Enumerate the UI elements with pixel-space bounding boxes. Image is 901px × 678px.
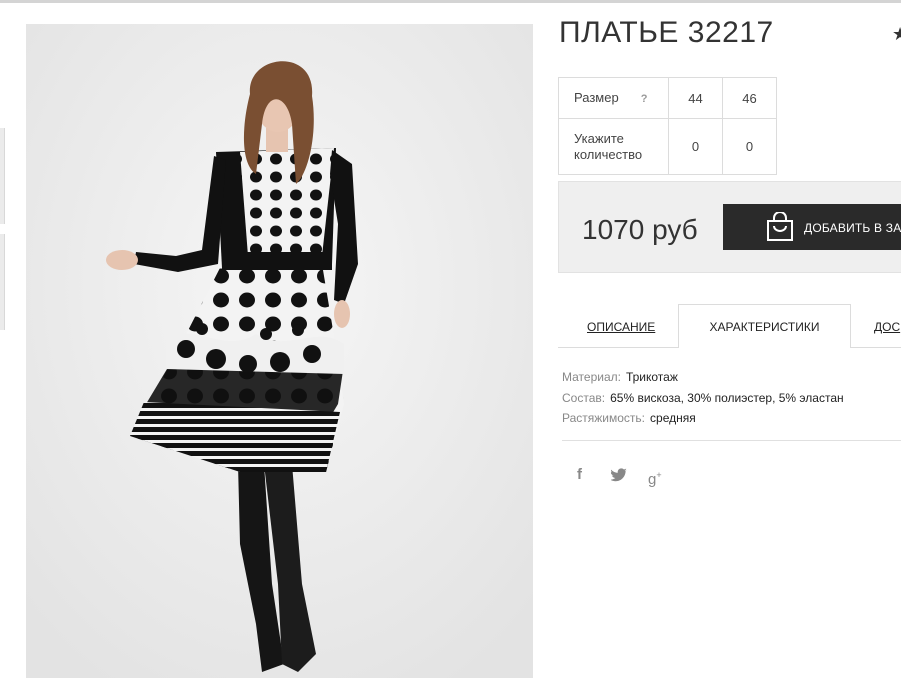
add-to-cart-button[interactable]: ДОБАВИТЬ В ЗА xyxy=(723,204,901,250)
quantity-input-46[interactable]: 0 xyxy=(722,118,777,175)
spec-value: 65% вискоза, 30% полиэстер, 5% эластан xyxy=(610,390,844,405)
favorite-star-icon[interactable]: ★ xyxy=(892,24,901,45)
gallery-thumbnail-2[interactable] xyxy=(0,234,5,330)
section-divider xyxy=(562,440,901,441)
twitter-icon[interactable] xyxy=(611,468,627,482)
size-label: Размер xyxy=(574,89,619,105)
tab-delivery[interactable]: ДОС xyxy=(874,320,900,334)
gallery-thumbnail-1[interactable] xyxy=(0,128,5,224)
quantity-row: Укажите количество 0 0 xyxy=(558,118,777,175)
size-help-icon[interactable]: ? xyxy=(641,91,648,107)
size-quantity-table: Размер? 44 46 Укажите количество 0 0 xyxy=(558,77,777,175)
price-panel: 1070 руб ДОБАВИТЬ В ЗА xyxy=(558,181,901,273)
quantity-input-44[interactable]: 0 xyxy=(668,118,723,175)
size-44: 44 xyxy=(668,77,723,119)
product-title: ПЛАТЬЕ 32217 xyxy=(559,16,774,49)
add-to-cart-label: ДОБАВИТЬ В ЗА xyxy=(804,221,901,235)
google-plus-sup: + xyxy=(656,470,662,480)
size-row: Размер? 44 46 xyxy=(558,77,777,119)
quantity-label: Укажите количество xyxy=(558,118,669,175)
spec-row-stretch: Растяжимость: средняя xyxy=(562,408,844,429)
dress-model-illustration xyxy=(26,24,533,678)
size-46: 46 xyxy=(722,77,777,119)
characteristics-list: Материал: Трикотаж Состав: 65% вискоза, 30… xyxy=(562,367,844,429)
size-label-cell: Размер? xyxy=(558,77,669,119)
spec-row-material: Материал: Трикотаж xyxy=(562,367,844,388)
shopping-bag-icon xyxy=(767,212,793,241)
google-plus-icon[interactable]: g+ xyxy=(648,465,662,490)
price-value: 1070 руб xyxy=(582,214,698,245)
product-photo[interactable] xyxy=(26,24,533,678)
facebook-icon[interactable]: f xyxy=(577,465,582,485)
spec-label: Материал: xyxy=(562,370,621,384)
spec-label: Растяжимость: xyxy=(562,411,646,425)
tabs-baseline xyxy=(850,347,901,348)
tabs-baseline xyxy=(558,347,679,348)
spec-value: Трикотаж xyxy=(625,370,678,384)
tab-characteristics[interactable]: ХАРАКТЕРИСТИКИ xyxy=(678,304,851,348)
spec-label: Состав: xyxy=(562,390,606,405)
top-divider xyxy=(0,0,901,3)
spec-row-composition: Состав: 65% вискоза, 30% полиэстер, 5% эл… xyxy=(562,388,844,409)
tab-description[interactable]: ОПИСАНИЕ xyxy=(587,320,655,334)
spec-value: средняя xyxy=(650,411,696,425)
